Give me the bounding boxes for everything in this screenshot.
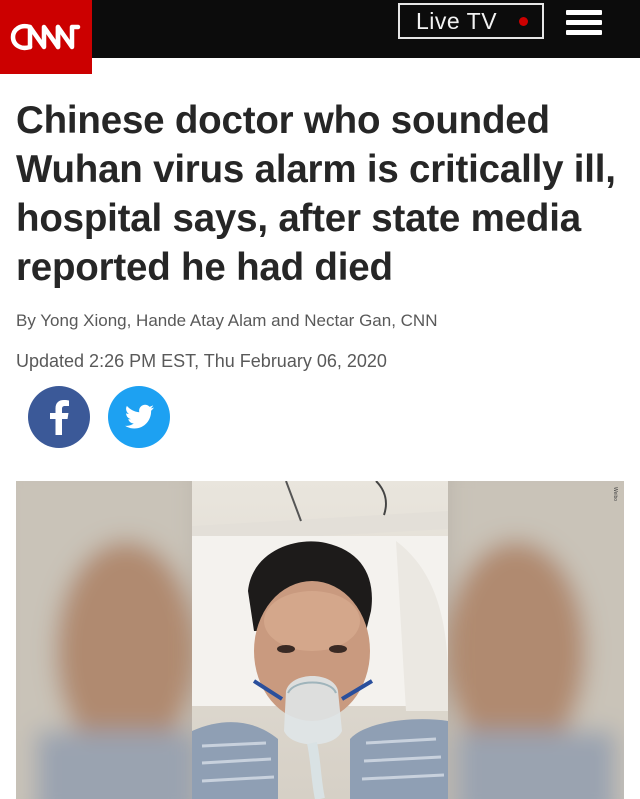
article-photo[interactable]: Weibo (16, 481, 624, 799)
menu-line (566, 30, 602, 35)
live-tv-button[interactable]: Live TV (398, 3, 544, 39)
photo-credit: Weibo (612, 487, 618, 502)
photo-doctor-in-hospital-bed (16, 481, 624, 799)
menu-line (566, 20, 602, 25)
hamburger-menu-icon[interactable] (566, 8, 604, 36)
live-tv-label: Live TV (416, 7, 498, 34)
cnn-logo-icon (10, 24, 81, 51)
facebook-icon (50, 400, 69, 435)
top-navigation-bar (0, 0, 640, 58)
cnn-logo[interactable] (0, 0, 92, 74)
article-headline: Chinese doctor who sounded Wuhan virus a… (16, 99, 616, 289)
menu-line (566, 10, 602, 15)
twitter-share-button[interactable] (108, 386, 170, 448)
article-byline: By Yong Xiong, Hande Atay Alam and Necta… (16, 311, 438, 330)
twitter-icon (125, 404, 154, 429)
article-timestamp: Updated 2:26 PM EST, Thu February 06, 20… (16, 351, 387, 371)
live-indicator-icon (519, 17, 528, 26)
facebook-share-button[interactable] (28, 386, 90, 448)
